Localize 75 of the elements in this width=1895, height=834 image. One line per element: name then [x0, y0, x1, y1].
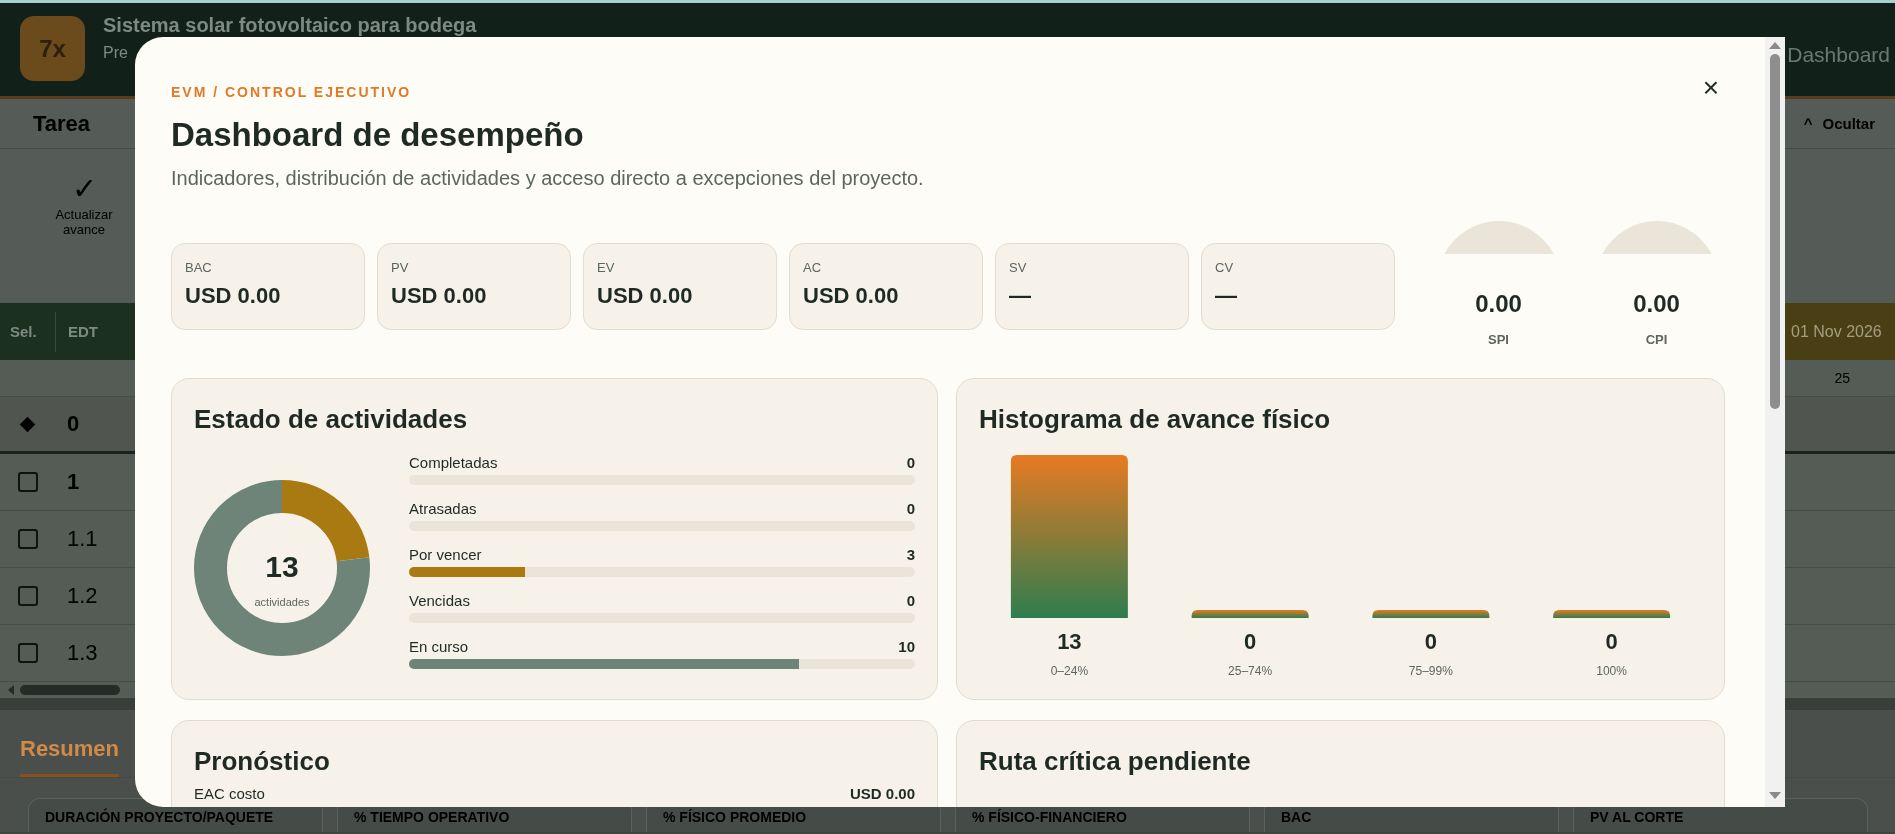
scrollbar[interactable] — [1765, 37, 1785, 807]
wbs-code: 1.1 — [66, 526, 98, 552]
close-button[interactable]: × — [1696, 73, 1725, 103]
card-title: Histograma de avance físico — [979, 403, 1332, 435]
category-label: 25–74% — [1228, 664, 1273, 678]
status-count: 10 — [898, 637, 915, 657]
kpi-value: — — [1215, 283, 1238, 309]
project-subtitle: Pre — [103, 43, 129, 63]
card-title: Ruta crítica pendiente — [979, 745, 1252, 777]
card-label: DURACIÓN PROYECTO/PAQUETE — [45, 809, 274, 825]
kpi-value: USD 0.00 — [597, 283, 694, 309]
card-label: % TIEMPO OPERATIVO — [354, 809, 510, 825]
day-label: 25 — [1834, 370, 1850, 386]
gauge-label: SPI — [1488, 332, 1509, 347]
dialog-title: Dashboard de desempeño — [171, 115, 585, 155]
eyebrow-label: EVM / CONTROL EJECUTIVO — [171, 83, 413, 101]
update-progress-button[interactable]: ✓ Actualizar avance — [44, 171, 124, 237]
forecast-value: USD 0.00 — [849, 785, 915, 803]
gauge-value: 0.00 — [1475, 290, 1522, 318]
bar-value: 0 — [1605, 629, 1618, 654]
checkbox[interactable] — [17, 529, 38, 549]
bar-value: 13 — [1057, 629, 1082, 654]
gauge-label: CPI — [1645, 332, 1668, 347]
column-header: EDT — [55, 311, 98, 352]
status-label: Completadas — [409, 453, 498, 473]
caret-icon: ^ — [1803, 115, 1813, 132]
app-logo: 7x — [20, 16, 85, 81]
section-tab[interactable]: Tarea — [33, 110, 91, 137]
kpi-label: PV — [391, 260, 410, 275]
wbs-code: 1.3 — [66, 640, 98, 666]
date-header: 01 Nov 2026 — [1785, 303, 1895, 360]
check-icon: ✓ — [71, 171, 97, 207]
status-count: 3 — [906, 545, 915, 565]
kpi-value: USD 0.00 — [185, 283, 282, 309]
card-label: BAC — [1281, 809, 1312, 825]
status-label: En curso — [409, 637, 469, 657]
project-title: Sistema solar fotovoltaico para bodega — [103, 13, 477, 37]
column-header: Sel. — [9, 323, 38, 340]
card-title: Estado de actividades — [194, 403, 469, 435]
donut-caption: actividades — [254, 596, 310, 608]
category-label: 100% — [1596, 664, 1627, 678]
kpi-label: BAC — [185, 260, 213, 275]
wbs-code: 1 — [66, 469, 80, 495]
card-label: PV AL CORTE — [1590, 809, 1684, 825]
category-label: 0–24% — [1050, 664, 1089, 678]
dashboard-button[interactable]: Dashboard — [1787, 43, 1895, 67]
checkbox[interactable] — [17, 643, 38, 663]
donut-total: 13 — [265, 550, 299, 583]
kpi-label: CV — [1215, 260, 1235, 275]
bar-value: 0 — [1244, 629, 1257, 654]
kpi-label: SV — [1009, 260, 1028, 275]
wbs-code: 1.2 — [66, 583, 98, 609]
card-label: % FÍSICO-FINANCIERO — [972, 809, 1127, 825]
kpi-label: AC — [803, 260, 823, 275]
dialog-subtitle: Indicadores, distribución de actividades y acceso directo a excepciones del proyecto. — [171, 166, 925, 191]
gauge-value: 0.00 — [1633, 290, 1680, 318]
status-label: Por vencer — [409, 545, 482, 565]
checkbox[interactable] — [17, 472, 38, 492]
kpi-value: — — [1009, 283, 1032, 309]
status-label: Atrasadas — [409, 499, 477, 519]
wbs-code: 0 — [66, 411, 80, 437]
card-title: Pronóstico — [194, 745, 331, 777]
status-count: 0 — [906, 499, 915, 519]
category-label: 75–99% — [1408, 664, 1453, 678]
status-count: 0 — [906, 453, 915, 473]
card-label: % FÍSICO PROMEDIO — [663, 809, 807, 825]
status-count: 0 — [906, 591, 915, 611]
bar-value: 0 — [1424, 629, 1437, 654]
kpi-value: USD 0.00 — [803, 283, 900, 309]
forecast-label: EAC costo — [194, 785, 265, 803]
checkbox[interactable] — [17, 586, 38, 606]
hide-button[interactable]: ^ Ocultar — [1797, 114, 1881, 133]
kpi-label: EV — [597, 260, 616, 275]
status-label: Vencidas — [409, 591, 470, 611]
kpi-value: USD 0.00 — [391, 283, 488, 309]
